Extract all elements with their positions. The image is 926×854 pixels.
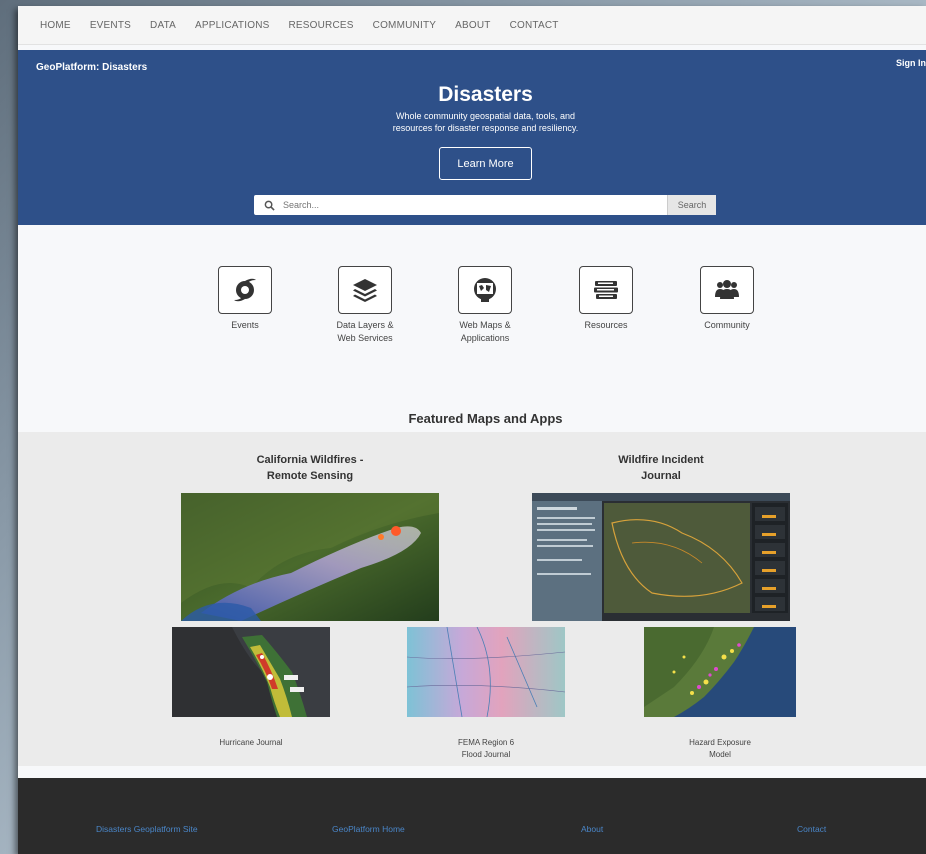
category-label-line1: Web Maps & <box>459 320 511 330</box>
category-label-line2: Web Services <box>337 333 393 343</box>
category-resources[interactable]: Resources <box>556 266 656 332</box>
site-brand[interactable]: GeoPlatform: Disasters <box>36 62 147 73</box>
hero-banner: GeoPlatform: Disasters Sign In Disasters… <box>18 50 926 225</box>
flood-map-graphic <box>407 627 565 717</box>
footer-link-geoplatform-home[interactable]: GeoPlatform Home <box>332 824 405 834</box>
category-web-maps-label: Web Maps & Applications <box>435 319 535 345</box>
category-events-tile[interactable] <box>218 266 272 314</box>
nav-contact[interactable]: CONTACT <box>510 20 559 31</box>
category-events[interactable]: Events <box>195 266 295 332</box>
category-label-line1: Data Layers & <box>336 320 394 330</box>
search-button[interactable]: Search <box>667 195 716 215</box>
footer-link-about[interactable]: About <box>581 824 603 834</box>
category-community[interactable]: Community <box>677 266 777 332</box>
wildfire-journal-thumbnail[interactable] <box>532 493 790 621</box>
category-community-label: Community <box>677 319 777 332</box>
hero-title: Disasters <box>438 83 533 106</box>
category-resources-label: Resources <box>556 319 656 332</box>
category-community-tile[interactable] <box>700 266 754 314</box>
learn-more-button[interactable]: Learn More <box>439 147 532 180</box>
caption-flood-journal[interactable]: FEMA Region 6 Flood Journal <box>407 737 565 761</box>
web-map-icon <box>474 278 496 302</box>
search-icon <box>264 200 275 211</box>
card-title-line2: Remote Sensing <box>266 470 354 482</box>
footer-link-contact[interactable]: Contact <box>797 824 826 834</box>
footer: Disasters Geoplatform Site GeoPlatform H… <box>18 778 926 854</box>
top-navigation: HOME EVENTS DATA APPLICATIONS RESOURCES … <box>18 6 926 45</box>
caption-line2: Model <box>709 750 731 759</box>
caption-hurricane-journal[interactable]: Hurricane Journal <box>172 737 330 749</box>
category-web-maps-tile[interactable] <box>458 266 512 314</box>
card-title-california-wildfires[interactable]: California Wildfires - Remote Sensing <box>210 452 410 484</box>
search-bar: Search <box>254 195 716 215</box>
caption-line1: FEMA Region 6 <box>457 738 515 747</box>
card-title-line2: Journal <box>641 470 681 482</box>
category-web-maps[interactable]: Web Maps & Applications <box>435 266 535 345</box>
category-label-line1: Events <box>231 320 259 330</box>
hero-subtitle: Whole community geospatial data, tools, … <box>18 110 926 134</box>
people-icon <box>715 280 739 299</box>
hazard-map-graphic <box>644 627 796 717</box>
nav-resources[interactable]: RESOURCES <box>289 20 354 31</box>
category-resources-tile[interactable] <box>579 266 633 314</box>
hero-subtitle-line1: Whole community geospatial data, tools, … <box>395 111 576 121</box>
layers-icon <box>353 279 377 302</box>
search-input[interactable] <box>281 199 655 211</box>
hurricane-map-graphic <box>172 627 330 717</box>
caption-hazard-exposure[interactable]: Hazard Exposure Model <box>644 737 796 761</box>
category-events-label: Events <box>195 319 295 332</box>
category-label-line1: Resources <box>584 320 628 330</box>
hero-subtitle-line2: resources for disaster response and resi… <box>392 123 579 133</box>
category-data-layers-label: Data Layers & Web Services <box>315 319 415 345</box>
card-title-wildfire-journal[interactable]: Wildfire Incident Journal <box>561 452 761 484</box>
caption-line1: Hazard Exposure <box>689 738 751 747</box>
nav-data[interactable]: DATA <box>150 20 176 31</box>
browser-page: HOME EVENTS DATA APPLICATIONS RESOURCES … <box>18 6 926 854</box>
nav-community[interactable]: COMMUNITY <box>373 20 436 31</box>
hurricane-journal-thumbnail[interactable] <box>172 627 330 717</box>
card-title-line1: Wildfire Incident <box>618 454 704 466</box>
category-data-layers[interactable]: Data Layers & Web Services <box>315 266 415 345</box>
hurricane-icon <box>234 278 256 302</box>
category-label-line2: Applications <box>460 333 510 343</box>
books-icon <box>594 281 618 299</box>
nav-events[interactable]: EVENTS <box>90 20 131 31</box>
featured-gallery: California Wildfires - Remote Sensing Wi… <box>18 432 926 766</box>
wildfire-satellite-image-graphic <box>181 493 439 621</box>
nav-home[interactable]: HOME <box>40 20 71 31</box>
wildfire-satellite-image[interactable] <box>181 493 439 621</box>
footer-link-disasters-site[interactable]: Disasters Geoplatform Site <box>96 824 198 834</box>
category-label-line1: Community <box>704 320 750 330</box>
wildfire-journal-dashboard-graphic <box>532 493 790 621</box>
sign-in-link[interactable]: Sign In <box>896 58 926 68</box>
nav-about[interactable]: ABOUT <box>455 20 490 31</box>
nav-applications[interactable]: APPLICATIONS <box>195 20 269 31</box>
caption-line1: Hurricane Journal <box>219 738 283 747</box>
category-links: Events Data Layers & Web Services Web Ma… <box>18 266 926 356</box>
category-data-layers-tile[interactable] <box>338 266 392 314</box>
hazard-exposure-thumbnail[interactable] <box>644 627 796 717</box>
caption-line2: Flood Journal <box>461 750 511 759</box>
flood-journal-thumbnail[interactable] <box>407 627 565 717</box>
featured-section-title: Featured Maps and Apps <box>408 411 563 426</box>
card-title-line1: California Wildfires - <box>256 454 364 466</box>
